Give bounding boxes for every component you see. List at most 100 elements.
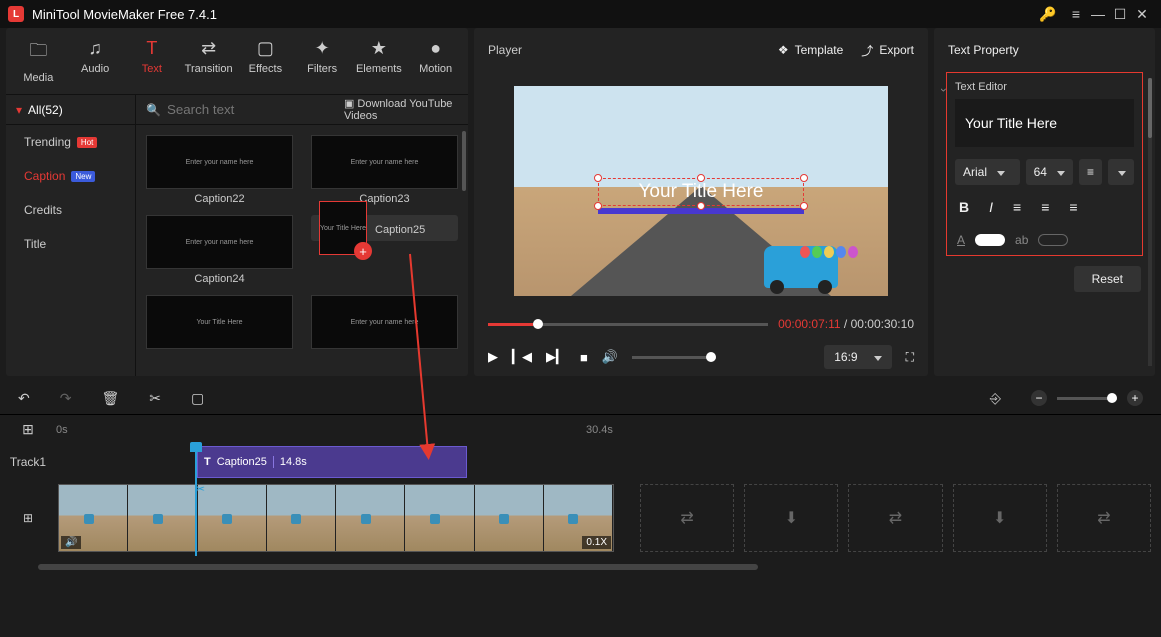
caption-thumb[interactable]: Your Title Here	[146, 295, 293, 353]
align-right-button[interactable]: ≡	[1069, 199, 1077, 215]
seek-bar[interactable]	[488, 323, 768, 326]
hamburger-icon[interactable]: ≡	[1065, 6, 1087, 22]
text-color-swatch[interactable]	[975, 234, 1005, 246]
app-logo: L	[8, 6, 24, 22]
stop-button[interactable]: ■	[580, 350, 588, 365]
tab-elements[interactable]: ★Elements	[351, 34, 408, 88]
minimize-button[interactable]: —	[1087, 6, 1109, 22]
font-size-select[interactable]: 64	[1026, 159, 1073, 185]
undo-button[interactable]: ↶	[18, 390, 30, 407]
zoom-control: − +	[1031, 390, 1143, 406]
caption-thumb[interactable]: Your Title Here+Caption25	[311, 215, 458, 241]
text-icon: T	[124, 38, 181, 59]
zoom-out-button[interactable]: −	[1031, 390, 1047, 406]
caption-thumb[interactable]: Enter your name hereCaption24	[146, 215, 293, 285]
text-clip-icon: T	[204, 456, 211, 468]
add-track-button[interactable]: ⊞	[0, 421, 56, 438]
more-select[interactable]	[1108, 159, 1134, 185]
tab-effects[interactable]: ▢Effects	[237, 34, 294, 88]
chevron-down-icon: ▾	[16, 103, 22, 117]
maximize-button[interactable]: ☐	[1109, 6, 1131, 23]
align-left-button[interactable]: ≡	[1013, 199, 1021, 215]
text-color-icon[interactable]: A	[957, 233, 965, 247]
caption-thumb[interactable]: Enter your name hereCaption22	[146, 135, 293, 205]
download-youtube-link[interactable]: ▣ Download YouTube Videos	[344, 97, 458, 122]
transition-placeholder[interactable]: ⇄	[1057, 484, 1151, 552]
right-scrollbar[interactable]	[1148, 78, 1152, 366]
tab-audio[interactable]: ♫Audio	[67, 34, 124, 88]
template-button[interactable]: ❖Template	[778, 43, 843, 57]
playhead[interactable]	[195, 444, 197, 556]
transition-placeholder[interactable]: ⇄	[848, 484, 942, 552]
crop-button[interactable]: ▢	[191, 390, 204, 407]
transition-placeholder[interactable]: ⇄	[640, 484, 734, 552]
media-icon: 🗀	[10, 38, 67, 68]
audio-icon: ♫	[67, 38, 124, 59]
text-overlay[interactable]: Your Title Here	[598, 178, 804, 206]
play-button[interactable]: ▶	[488, 349, 498, 365]
redo-button[interactable]: ↷	[60, 390, 72, 407]
panel-collapse-icon[interactable]: ›	[937, 88, 951, 92]
tab-media[interactable]: 🗀Media	[10, 34, 67, 88]
tab-motion[interactable]: ●Motion	[407, 34, 464, 88]
search-input[interactable]	[167, 102, 344, 117]
volume-icon[interactable]: 🔊	[602, 349, 618, 365]
video-icon: ▣	[344, 98, 354, 110]
sidebar-all[interactable]: ▾All(52)	[6, 95, 135, 125]
video-track-icon: ⊞	[0, 480, 56, 556]
reset-button[interactable]: Reset	[1074, 266, 1141, 292]
elements-icon: ★	[351, 38, 408, 59]
ruler-mark: 30.4s	[586, 424, 613, 436]
bold-button[interactable]: B	[959, 199, 969, 215]
sidebar-item-title[interactable]: Title	[6, 227, 135, 261]
motion-icon: ●	[407, 38, 464, 59]
aspect-ratio-select[interactable]: 16:9	[824, 345, 891, 369]
tab-filters[interactable]: ✦Filters	[294, 34, 351, 88]
add-caption-button[interactable]: +	[354, 242, 372, 260]
timeline-scrollbar[interactable]	[8, 564, 1153, 574]
key-icon[interactable]: 🔑	[1037, 6, 1059, 23]
category-sidebar: ▾All(52) TrendingHotCaptionNewCreditsTit…	[6, 95, 136, 376]
sidebar-item-trending[interactable]: TrendingHot	[6, 125, 135, 159]
split-marker-icon[interactable]: ✂	[195, 482, 205, 496]
italic-button[interactable]: I	[989, 199, 993, 215]
preview-canvas[interactable]: Your Title Here	[514, 86, 888, 296]
main-toolbar: 🗀Media♫AudioTText⇄Transition▢Effects✦Fil…	[6, 28, 468, 95]
thumb-scrollbar[interactable]	[462, 131, 466, 191]
highlight-icon[interactable]: ab	[1015, 233, 1028, 247]
transition-icon: ⇄	[180, 38, 237, 59]
text-property-title: Text Property	[934, 28, 1155, 72]
caption-thumb[interactable]: Enter your name here	[311, 295, 458, 353]
export-button[interactable]: ⤴Export	[861, 42, 914, 59]
sidebar-item-caption[interactable]: CaptionNew	[6, 159, 135, 193]
export-icon: ⤴	[861, 42, 873, 59]
tab-transition[interactable]: ⇄Transition	[180, 34, 237, 88]
zoom-in-button[interactable]: +	[1127, 390, 1143, 406]
highlight-color-swatch[interactable]	[1038, 234, 1068, 246]
text-content-input[interactable]: Your Title Here	[955, 99, 1134, 147]
close-button[interactable]: ✕	[1131, 6, 1153, 23]
badge-hot: Hot	[77, 137, 97, 148]
media-placeholder[interactable]: ⬇	[953, 484, 1047, 552]
align-center-button[interactable]: ≡	[1041, 199, 1049, 215]
prev-frame-button[interactable]: ▎◀	[512, 349, 532, 365]
delete-button[interactable]: 🗑	[101, 390, 119, 407]
sidebar-item-credits[interactable]: Credits	[6, 193, 135, 227]
zoom-slider[interactable]	[1057, 397, 1117, 400]
volume-slider[interactable]	[632, 356, 716, 359]
fit-button[interactable]: ⎆	[990, 390, 1001, 407]
video-clip[interactable]: 🔊 0.1X	[58, 484, 614, 552]
text-clip[interactable]: T Caption25 14.8s	[197, 446, 467, 478]
tab-text[interactable]: TText	[124, 34, 181, 88]
effects-icon: ▢	[237, 38, 294, 59]
template-icon: ❖	[778, 43, 789, 57]
speaker-icon[interactable]: 🔊	[61, 536, 81, 549]
line-spacing-select[interactable]: ≡	[1079, 159, 1102, 185]
split-button[interactable]: ✂	[149, 390, 161, 407]
fullscreen-button[interactable]: ⛶	[906, 350, 914, 365]
font-select[interactable]: Arial	[955, 159, 1020, 185]
media-placeholder[interactable]: ⬇	[744, 484, 838, 552]
next-frame-button[interactable]: ▶▎	[546, 349, 566, 365]
caption-thumb[interactable]: Enter your name hereCaption23	[311, 135, 458, 205]
track1-label: Track1	[0, 444, 56, 480]
